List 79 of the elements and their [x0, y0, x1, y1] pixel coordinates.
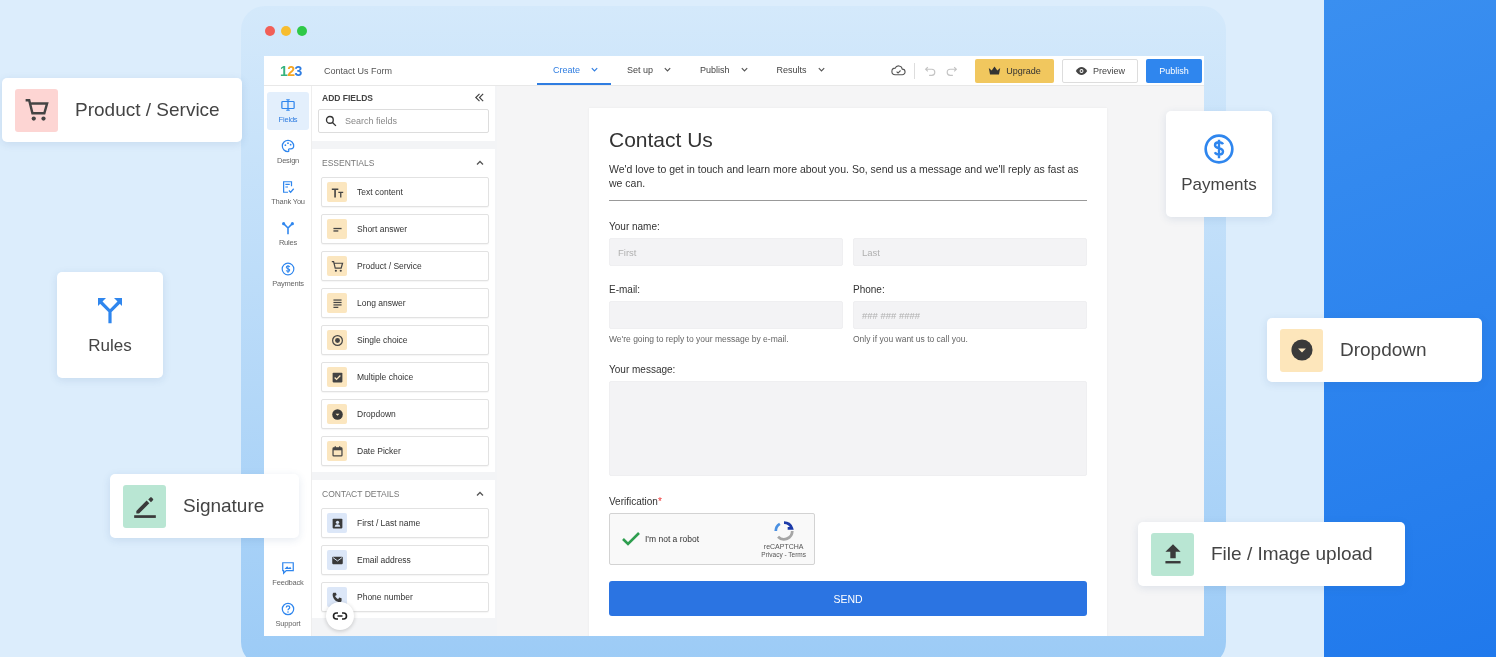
chevron-down-icon	[816, 65, 826, 74]
help-icon	[281, 602, 295, 616]
checkbox-icon	[330, 370, 344, 384]
field-label: Your message:	[609, 364, 677, 375]
logo[interactable]: 123	[280, 62, 302, 79]
field-type-item[interactable]: Phone number	[321, 582, 489, 612]
text-format-icon	[330, 185, 344, 199]
close-dot[interactable]	[265, 26, 275, 36]
document-check-icon	[281, 180, 295, 194]
field-hint: Only if you want us to call you.	[853, 334, 969, 344]
field-type-item[interactable]: Short answer	[321, 214, 489, 244]
field-type-item[interactable]: First / Last name	[321, 508, 489, 538]
field-type-item[interactable]: Email address	[321, 545, 489, 575]
crown-icon	[988, 65, 1002, 76]
upgrade-button[interactable]: Upgrade	[975, 58, 1054, 83]
field-type-item[interactable]: Dropdown	[321, 399, 489, 429]
image-message-icon	[281, 561, 295, 575]
search-field[interactable]: Search fields	[318, 109, 489, 133]
dropdown-icon	[1288, 337, 1315, 363]
field-type-item[interactable]: Text content	[321, 177, 489, 207]
eye-icon	[1075, 65, 1088, 76]
field-type-item[interactable]: Single choice	[321, 325, 489, 355]
field-type-item[interactable]: Multiple choice	[321, 362, 489, 392]
feature-label: Signature	[183, 495, 265, 517]
first-name-field[interactable]: First	[609, 238, 843, 266]
calendar-icon	[330, 444, 344, 458]
chevron-down-icon	[739, 65, 749, 74]
form-description: We'd love to get in touch and learn more about you. So, send us a message and we'll reply as fast as we can.	[609, 162, 1080, 190]
form-fields-icon	[281, 98, 295, 112]
field-type-item[interactable]: Date Picker	[321, 436, 489, 466]
paragraph-lines-icon	[330, 296, 344, 310]
send-button[interactable]: SEND	[609, 581, 1087, 616]
field-label: Phone:	[853, 284, 886, 295]
feature-label: Rules	[88, 336, 132, 356]
phone-icon	[330, 590, 344, 604]
contact-card-icon	[330, 516, 344, 530]
collapse-icon[interactable]	[474, 92, 485, 103]
palette-icon	[281, 139, 295, 153]
recycle-arrows-icon	[772, 520, 795, 542]
last-name-field[interactable]: Last	[853, 238, 1087, 266]
group-header[interactable]: CONTACT DETAILS	[321, 486, 489, 501]
feature-label: Dropdown	[1340, 339, 1427, 361]
cloud-icon[interactable]	[891, 63, 906, 78]
maximize-dot[interactable]	[297, 26, 307, 36]
minimize-dot[interactable]	[281, 26, 291, 36]
preview-button[interactable]: Preview	[1062, 58, 1138, 83]
chevron-down-icon	[663, 65, 673, 74]
checkmark-icon[interactable]	[621, 531, 641, 547]
form-heading: Contact Us	[609, 128, 714, 152]
feature-label: File / Image upload	[1211, 543, 1373, 565]
panel-title: ADD FIELDS	[322, 92, 373, 103]
nav-tab[interactable]: Set up	[611, 56, 685, 85]
field-label: E-mail:	[609, 284, 642, 295]
chevron-up-icon	[475, 489, 485, 499]
dollar-circle-icon	[1203, 133, 1235, 165]
publish-button[interactable]: Publish	[1146, 58, 1202, 83]
dollar-circle-icon	[281, 262, 295, 276]
radio-icon	[330, 333, 344, 347]
field-label: Your name:	[609, 221, 661, 232]
search-icon	[325, 115, 337, 127]
feature-label: Payments	[1181, 175, 1257, 195]
field-type-item[interactable]: Long answer	[321, 288, 489, 318]
cart-icon	[330, 259, 344, 273]
group-header[interactable]: ESSENTIALS	[321, 155, 489, 170]
field-label: Verification*	[609, 496, 663, 507]
feature-label: Product / Service	[75, 99, 220, 121]
cart-icon	[23, 97, 50, 123]
field-type-item[interactable]: Product / Service	[321, 251, 489, 281]
form-title: Contact Us Form	[323, 65, 392, 76]
nav-tab[interactable]: Publish	[684, 56, 761, 85]
nav-tab[interactable]: Results	[760, 56, 838, 85]
dropdown-icon	[330, 407, 344, 421]
link-icon	[332, 611, 348, 621]
chevron-up-icon	[475, 158, 485, 168]
captcha-label: I'm not a robot	[645, 534, 700, 544]
phone-field[interactable]: ### ### ####	[853, 301, 1087, 329]
split-arrows-icon	[281, 221, 295, 235]
field-hint: We're going to reply to your message by e-mail.	[609, 334, 790, 344]
chevron-down-icon	[590, 65, 599, 74]
